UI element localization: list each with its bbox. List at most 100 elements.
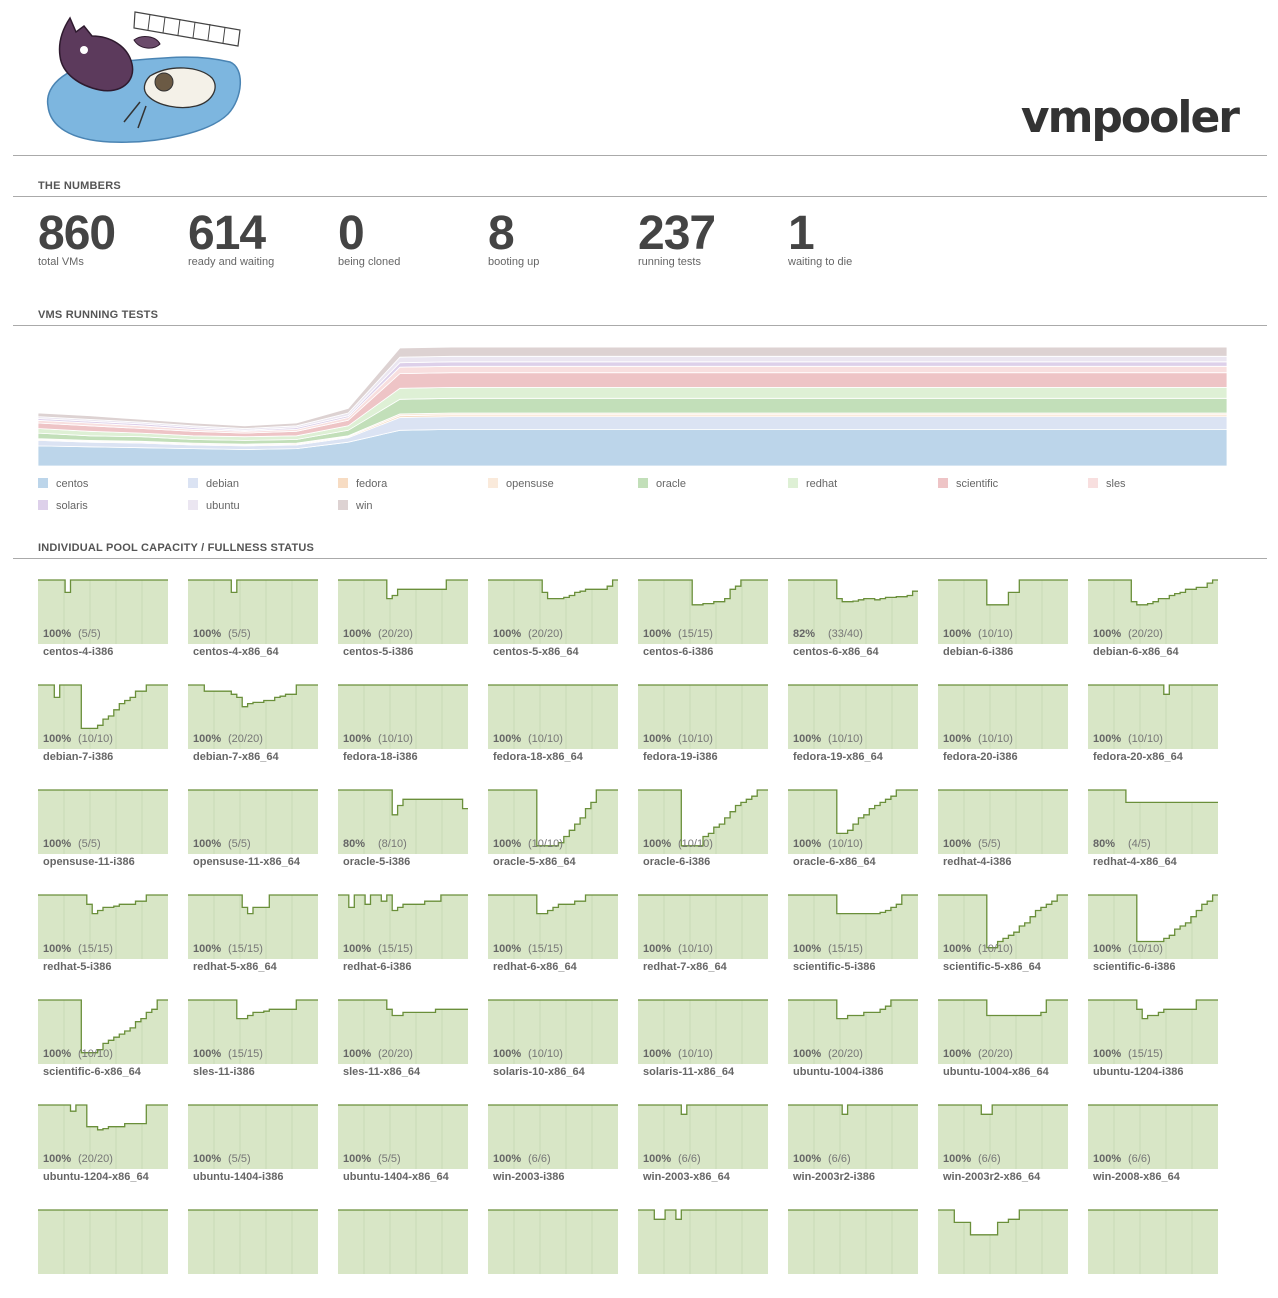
legend-item-sles[interactable]: sles [1088,476,1126,492]
pool-card [338,1208,468,1298]
sparkline-trace [1088,684,1218,695]
stat-label: waiting to die [788,256,853,268]
pool-name: centos-5-i386 [343,646,414,658]
pool-count: (5/5) [228,838,251,850]
pool-percent: 100% [943,628,972,640]
legend-label: redhat [806,478,838,490]
pool-name: redhat-6-i386 [343,961,412,973]
legend-swatch [188,500,198,510]
pool-grid: 100% (5/5) centos-4-i386 100% (5/5) centos-4-… [38,578,1238,1274]
pool-card: 100% (20/20) debian-7-x86_64 [188,683,318,773]
pool-count: (20/20) [378,1048,413,1060]
pool-count: (20/20) [378,628,413,640]
pool-count: (10/10) [678,733,713,745]
pool-card: 100% (10/10) oracle-6-i386 [638,788,768,878]
legend-label: win [356,500,373,512]
pool-card: 100% (10/10) fedora-20-x86_64 [1088,683,1218,773]
pool-card: 100% (20/20) ubuntu-1204-x86_64 [38,1103,168,1193]
pool-percent: 100% [943,1048,972,1060]
pool-count: (15/15) [828,943,863,955]
pool-percent: 100% [643,943,672,955]
pool-count: (5/5) [78,838,101,850]
legend-item-redhat[interactable]: redhat [788,476,837,492]
pool-card: 100% (10/10) redhat-7-x86_64 [638,893,768,983]
pool-count: (6/6) [678,1153,701,1165]
pool-count: (5/5) [228,1153,251,1165]
legend-item-fedora[interactable]: fedora [338,476,387,492]
pool-count: (10/10) [1128,943,1163,955]
pool-percent: 100% [43,628,72,640]
page-header: vmpooler [0,0,1278,156]
pool-name: scientific-6-x86_64 [43,1066,141,1078]
legend-label: scientific [956,478,999,490]
pool-percent: 100% [493,838,522,850]
pool-name: win-2003r2-i386 [793,1171,875,1183]
pool-percent: 100% [1093,628,1122,640]
pool-card: 100% (6/6) win-2003-x86_64 [638,1103,768,1193]
pool-card: 100% (5/5) ubuntu-1404-x86_64 [338,1103,468,1193]
stat-value: 8 [488,207,515,260]
legend-item-centos[interactable]: centos [38,476,88,492]
pool-card: 100% (15/15) redhat-6-i386 [338,893,468,983]
pool-card [188,1208,318,1298]
pool-name: opensuse-11-i386 [43,856,135,868]
pool-name: centos-6-x86_64 [793,646,879,658]
pool-count: (15/15) [528,943,563,955]
pool-percent: 82% [793,628,816,640]
pool-name: win-2003-i386 [493,1171,565,1183]
legend-item-ubuntu[interactable]: ubuntu [188,498,240,514]
pool-card [638,1208,768,1298]
pool-count: (10/10) [378,733,413,745]
pool-percent: 100% [1093,733,1122,745]
pool-name: debian-6-x86_64 [1093,646,1179,658]
sparkline-empty-area [38,1103,168,1130]
pool-capacity-sparkline [938,1208,1068,1274]
legend-label: ubuntu [206,500,240,512]
pool-card: 100% (10/10) fedora-19-x86_64 [788,683,918,773]
pool-name: redhat-6-x86_64 [493,961,577,973]
legend-item-debian[interactable]: debian [188,476,239,492]
pool-name: ubuntu-1204-x86_64 [43,1171,149,1183]
pool-name: fedora-18-x86_64 [493,751,583,763]
pool-card: 100% (20/20) ubuntu-1004-i386 [788,998,918,1088]
pool-card [488,1208,618,1298]
pool-card: 100% (5/5) opensuse-11-x86_64 [188,788,318,878]
legend-item-solaris[interactable]: solaris [38,498,88,514]
pool-capacity-sparkline [38,1208,168,1274]
pool-count: (20/20) [828,1048,863,1060]
legend-item-opensuse[interactable]: opensuse [488,476,554,492]
pool-card: 100% (6/6) win-2003-i386 [488,1103,618,1193]
sparkline-empty-area [638,578,768,605]
pool-card: 100% (5/5) centos-4-i386 [38,578,168,668]
pool-card: 100% (10/10) solaris-10-x86_64 [488,998,618,1088]
pool-percent: 100% [343,1048,372,1060]
legend-item-oracle[interactable]: oracle [638,476,686,492]
pool-name: fedora-19-i386 [643,751,718,763]
legend-label: centos [56,478,89,490]
stat-label: booting up [488,256,540,268]
sparkline-trace [938,1104,1068,1115]
legend-item-scientific[interactable]: scientific [938,476,998,492]
pool-percent: 80% [343,838,366,850]
pool-name: fedora-20-i386 [943,751,1018,763]
pool-percent: 100% [43,943,72,955]
pool-count: (10/10) [78,733,113,745]
pool-count: (15/15) [678,628,713,640]
pool-count: (5/5) [978,838,1001,850]
sparkline-trace [188,579,318,594]
running-divider [13,325,1267,326]
vmpooler-logo [46,11,242,143]
sparkline-empty-area [938,1208,1068,1235]
pool-count: (6/6) [978,1153,1001,1165]
stat-ready: 614 ready and waiting [188,206,274,268]
pool-count: (10/10) [678,1048,713,1060]
pool-count: (10/10) [978,733,1013,745]
pool-count: (15/15) [228,1048,263,1060]
pool-count: (10/10) [828,838,863,850]
pool-card: 100% (15/15) redhat-5-i386 [38,893,168,983]
pools-divider [13,558,1267,559]
legend-item-win[interactable]: win [338,498,373,514]
pool-card: 100% (20/20) sles-11-x86_64 [338,998,468,1088]
pool-percent: 100% [643,733,672,745]
legend-swatch [488,478,498,488]
